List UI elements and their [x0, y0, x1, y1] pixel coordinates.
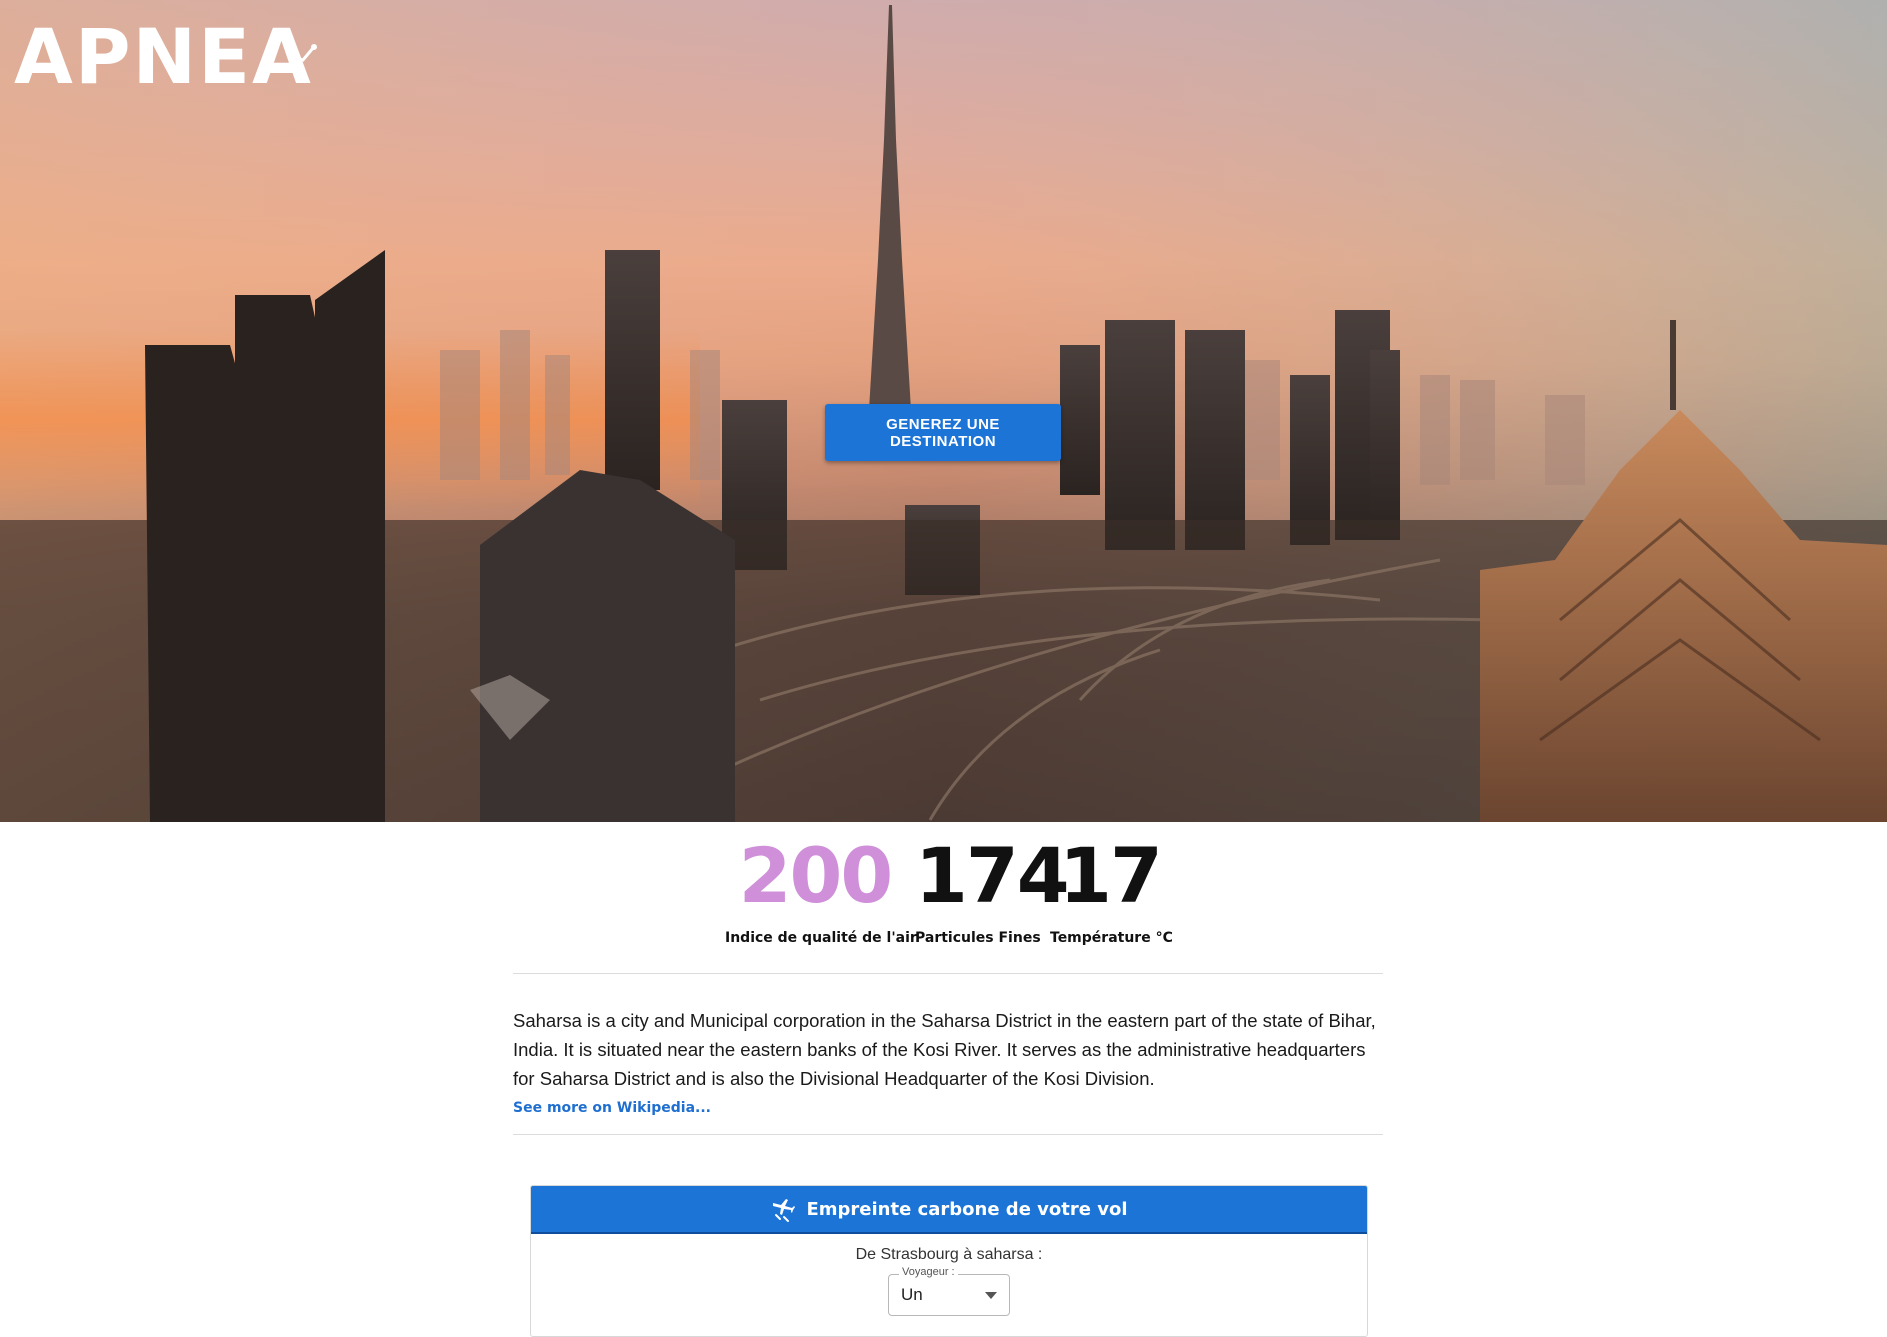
traveler-select-label: Voyageur :	[899, 1266, 958, 1278]
temperature-stat: 17 Température °C	[1050, 830, 1173, 946]
carbon-footprint-card: Empreinte carbone de votre vol De Strasb…	[530, 1185, 1368, 1337]
diver-icon	[285, 44, 317, 73]
fine-particles-stat: 174 Particules Fines	[915, 830, 1070, 946]
wikipedia-link[interactable]: See more on Wikipedia...	[513, 1100, 711, 1116]
traveler-select-value: Un	[901, 1285, 923, 1304]
temperature-value: 17	[1059, 831, 1163, 920]
plane-carbon-icon	[770, 1195, 798, 1223]
divider-bottom	[513, 1134, 1383, 1135]
fine-particles-value: 174	[915, 831, 1070, 920]
aqi-stat: 200 Indice de qualité de l'air	[725, 830, 917, 946]
generate-destination-button[interactable]: GENEREZ UNE DESTINATION	[825, 404, 1061, 461]
flight-route: De Strasbourg à saharsa :	[855, 1246, 1043, 1263]
aqi-value: 200	[738, 831, 894, 920]
fine-particles-label: Particules Fines	[915, 930, 1041, 946]
temperature-label: Température °C	[1050, 930, 1173, 946]
carbon-card-header: Empreinte carbone de votre vol	[531, 1186, 1367, 1234]
aqi-label: Indice de qualité de l'air	[725, 930, 917, 946]
city-description: Saharsa is a city and Municipal corporat…	[513, 1010, 1376, 1089]
caret-down-icon	[985, 1292, 997, 1299]
traveler-select[interactable]: Voyageur : Un	[888, 1266, 1010, 1316]
air-quality-stats: 200 Indice de qualité de l'air 174 Parti…	[0, 830, 1887, 950]
carbon-card-title: Empreinte carbone de votre vol	[806, 1198, 1128, 1220]
logo-text[interactable]: APNEA	[14, 19, 313, 95]
divider-top	[513, 973, 1383, 974]
hero-banner: APNEA GENEREZ UNE DESTINATION	[0, 0, 1887, 822]
